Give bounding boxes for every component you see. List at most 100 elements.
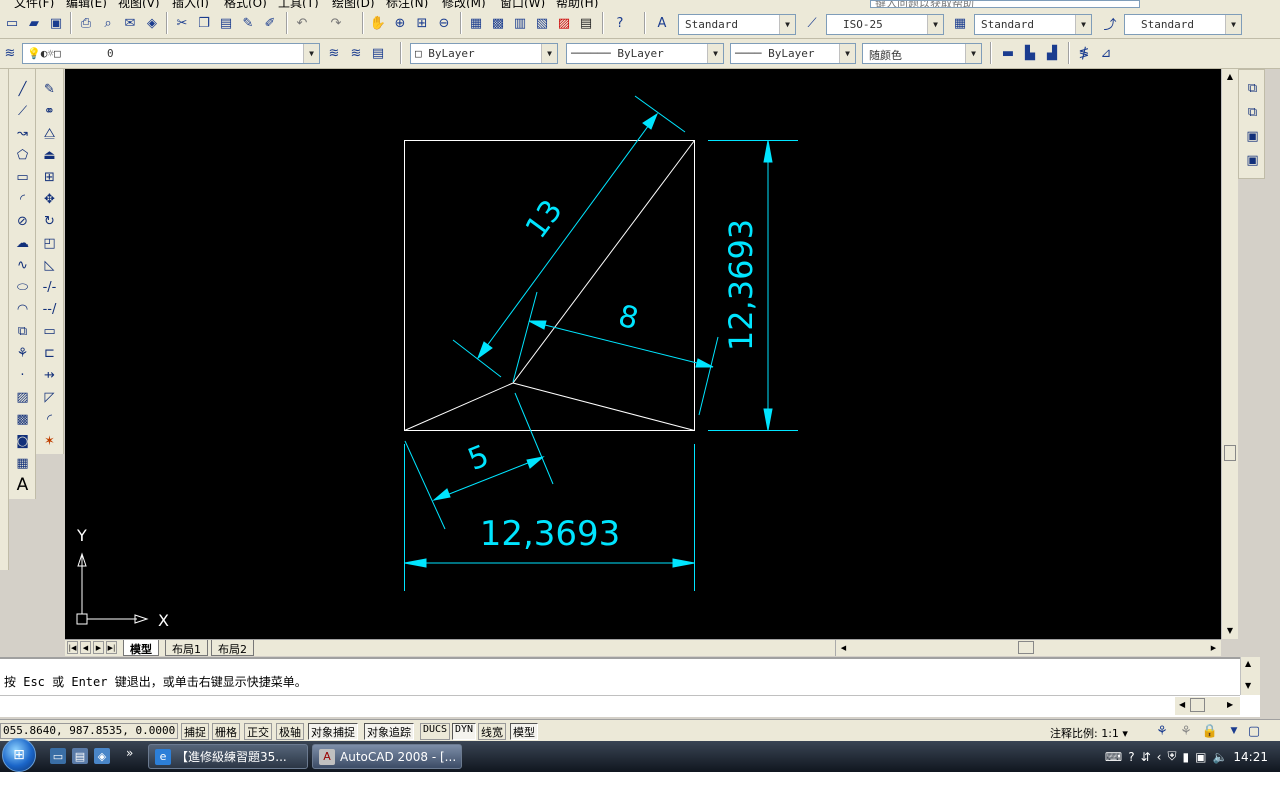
linetype-select[interactable]: ────── ByLayer ▼ <box>566 43 724 64</box>
save-icon[interactable]: ▣ <box>46 13 66 33</box>
move-icon[interactable]: ✥ <box>39 189 60 209</box>
auto-scale-icon[interactable]: ⚘ <box>1176 721 1196 741</box>
menu-dimension[interactable]: 标注(N) <box>386 0 428 8</box>
text-style-select[interactable]: Standard ▼ <box>678 14 796 35</box>
cut-icon[interactable]: ✂ <box>172 13 192 33</box>
region-icon[interactable]: ◙ <box>12 431 33 451</box>
cmd-scroll-right-icon[interactable]: ▶ <box>1227 700 1233 709</box>
help-icon[interactable]: ? <box>610 13 630 33</box>
volume-icon[interactable]: 🔈 <box>1212 750 1227 764</box>
layer-previous-icon[interactable]: ≋ <box>346 43 366 63</box>
dim-style-icon[interactable]: ⟋ <box>802 13 822 33</box>
chamfer-icon[interactable]: ◸ <box>39 387 60 407</box>
horizontal-scrollbar[interactable]: ◀ ▶ <box>835 640 1221 656</box>
mirror-icon[interactable]: ⧋ <box>39 123 60 143</box>
polyline-icon[interactable]: ↝ <box>12 123 33 143</box>
plot-icon[interactable]: ⎙ <box>76 13 96 33</box>
help-search-input[interactable]: 键入问题以获取帮助 <box>870 0 1140 8</box>
gradient-icon[interactable]: ▩ <box>12 409 33 429</box>
battery-icon[interactable]: ▮ <box>1183 750 1190 764</box>
toggle-polar[interactable]: 极轴 <box>276 723 304 740</box>
bring-above-icon[interactable]: ▣ <box>1242 126 1263 146</box>
switch-windows-icon[interactable]: ▤ <box>72 748 88 764</box>
layer-states-icon[interactable]: ▤ <box>368 43 388 63</box>
block-editor-icon[interactable]: ✐ <box>260 13 280 33</box>
toggle-lineweight[interactable]: 线宽 <box>478 723 506 740</box>
break-at-point-icon[interactable]: ▭ <box>39 321 60 341</box>
send-to-back-icon[interactable]: ⧉ <box>1242 102 1263 122</box>
coordinate-display[interactable]: 055.8640, 987.8535, 0.0000 <box>0 723 178 739</box>
annotation-scale[interactable]: 注释比例: 1:1 ▾ <box>1050 725 1128 741</box>
offset-icon[interactable]: ⏏ <box>39 145 60 165</box>
horizontal-scroll-thumb[interactable] <box>1018 641 1034 654</box>
markup-icon[interactable]: ▨ <box>554 13 574 33</box>
make-current-layer-icon[interactable]: ≋ <box>324 43 344 63</box>
ellipse-icon[interactable]: ⬭ <box>12 277 33 297</box>
publish-icon[interactable]: ✉ <box>120 13 140 33</box>
toggle-otrack[interactable]: 对象追踪 <box>364 723 414 740</box>
toggle-snap[interactable]: 捕捉 <box>181 723 209 740</box>
clean-screen-icon[interactable]: ▢ <box>1244 721 1264 741</box>
spline-icon[interactable]: ∿ <box>12 255 33 275</box>
rotate-icon[interactable]: ↻ <box>39 211 60 231</box>
line-icon[interactable]: ╱ <box>12 79 33 99</box>
pan-icon[interactable]: ✋ <box>368 13 388 33</box>
vp-2-icon[interactable]: ▙ <box>1020 43 1040 63</box>
dimension-edit-icon[interactable]: ⊿ <box>1096 43 1116 63</box>
plot-style-select[interactable]: 随颜色 ▼ <box>862 43 982 64</box>
make-block-icon[interactable]: ⚘ <box>12 343 33 363</box>
cmd-scroll-left-icon[interactable]: ◀ <box>1179 700 1185 709</box>
menu-draw[interactable]: 绘图(D) <box>332 0 375 8</box>
layer-select[interactable]: 💡◐☼□ 0 ▼ <box>22 43 320 64</box>
help-tray-icon[interactable]: ? <box>1128 750 1134 764</box>
command-hscroll[interactable]: ◀ ▶ <box>1175 697 1240 715</box>
menu-tools[interactable]: 工具(T) <box>278 0 319 8</box>
erase-icon[interactable]: ✎ <box>39 79 60 99</box>
hatch-icon[interactable]: ▨ <box>12 387 33 407</box>
tool-palettes-icon[interactable]: ▥ <box>510 13 530 33</box>
menu-insert[interactable]: 插入(I) <box>172 0 209 8</box>
clock[interactable]: 14:21 <box>1233 750 1268 764</box>
drawing-area[interactable]: 13 8 5 12,3693 12,3693 Y X <box>65 69 1221 639</box>
rectangle-icon[interactable]: ▭ <box>12 167 33 187</box>
match-properties-icon[interactable]: ✎ <box>238 13 258 33</box>
expand-tray-icon[interactable]: ‹ <box>1157 750 1162 764</box>
scroll-left-icon[interactable]: ◀ <box>838 641 849 654</box>
scroll-right-icon[interactable]: ▶ <box>1208 641 1219 654</box>
tab-model[interactable]: 模型 <box>123 640 159 656</box>
copy-icon[interactable]: ❐ <box>194 13 214 33</box>
keyboard-icon[interactable]: ⌨ <box>1105 750 1122 764</box>
vertical-scroll-thumb[interactable] <box>1224 445 1236 461</box>
start-button[interactable]: ⊞ <box>2 738 36 772</box>
join-icon[interactable]: ⇸ <box>39 365 60 385</box>
shield-icon[interactable]: ⛨ <box>1167 749 1176 764</box>
redo-icon[interactable]: ↷ <box>326 13 346 33</box>
quickcalc-icon[interactable]: ▤ <box>576 13 596 33</box>
scroll-down-icon[interactable]: ▼ <box>1222 623 1238 637</box>
toggle-grid[interactable]: 栅格 <box>212 723 240 740</box>
menu-format[interactable]: 格式(O) <box>224 0 267 8</box>
cmd-scroll-down-icon[interactable]: ▼ <box>1245 681 1251 690</box>
ellipse-arc-icon[interactable]: ◠ <box>12 299 33 319</box>
paste-icon[interactable]: ▤ <box>216 13 236 33</box>
show-desktop-icon[interactable]: ▭ <box>50 748 66 764</box>
extend-icon[interactable]: --/ <box>39 299 60 319</box>
lineweight-select[interactable]: ──── ByLayer ▼ <box>730 43 856 64</box>
circle-icon[interactable]: ⊘ <box>12 211 33 231</box>
text-style-icon[interactable]: A <box>652 13 672 33</box>
polygon-icon[interactable]: ⬠ <box>12 145 33 165</box>
first-tab-icon[interactable]: |◀ <box>67 641 78 654</box>
toggle-ortho[interactable]: 正交 <box>244 723 272 740</box>
table-style-select[interactable]: Standard ▼ <box>974 14 1092 35</box>
break-icon[interactable]: ⊏ <box>39 343 60 363</box>
monitor-icon[interactable]: ▣ <box>1195 750 1206 764</box>
last-tab-icon[interactable]: ▶| <box>106 641 117 654</box>
command-input[interactable] <box>4 699 1164 715</box>
send-under-icon[interactable]: ▣ <box>1242 150 1263 170</box>
taskbar-button-autocad[interactable]: A AutoCAD 2008 - [... <box>312 744 462 769</box>
vp-3-icon[interactable]: ▟ <box>1042 43 1062 63</box>
lock-icon[interactable]: 🔒 <box>1200 721 1220 741</box>
multileader-style-icon[interactable]: ⤴ <box>1100 13 1120 33</box>
insert-block-icon[interactable]: ⧉ <box>12 321 33 341</box>
toggle-osnap[interactable]: 对象捕捉 <box>308 723 358 740</box>
